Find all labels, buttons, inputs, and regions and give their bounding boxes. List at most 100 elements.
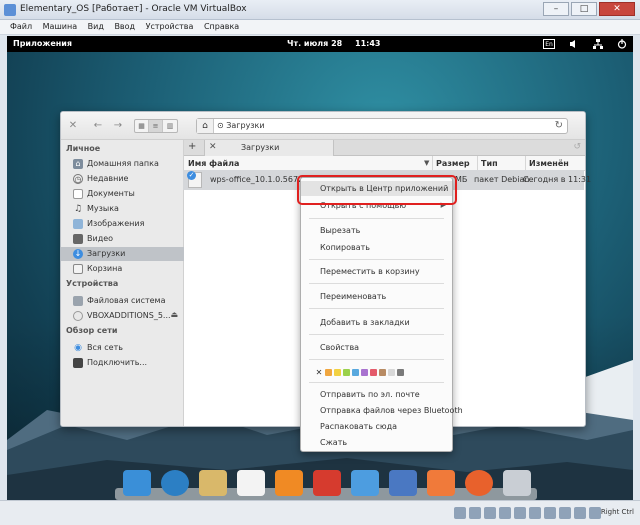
menu-item-properties[interactable]: Свойства xyxy=(301,340,452,355)
context-menu: Открыть в Центр приложений Открыть с пом… xyxy=(300,177,463,452)
color-tag-orange[interactable] xyxy=(325,368,332,376)
menu-view[interactable]: Вид xyxy=(84,20,108,33)
home-icon[interactable]: ⌂ xyxy=(197,119,214,133)
menu-item-rename[interactable]: Переименовать xyxy=(301,289,452,304)
web-browser-icon[interactable] xyxy=(161,470,189,496)
menu-devices[interactable]: Устройства xyxy=(142,20,198,33)
files-icon[interactable] xyxy=(503,470,531,496)
sidebar-item-videos[interactable]: Видео xyxy=(61,232,184,246)
settings-switchboard-icon[interactable] xyxy=(389,470,417,496)
list-view-icon[interactable]: ≡ xyxy=(149,120,163,132)
menu-item-send-bluetooth[interactable]: Отправка файлов через Bluetooth xyxy=(301,403,463,418)
forward-icon[interactable]: → xyxy=(111,119,125,133)
new-tab-button[interactable]: + xyxy=(188,141,196,152)
color-tag-light-gray[interactable] xyxy=(388,368,395,376)
sidebar-item-connect-server[interactable]: Подключить... xyxy=(61,356,184,370)
shared-folders-icon[interactable] xyxy=(529,507,541,519)
keyboard-capture-icon[interactable] xyxy=(589,507,601,519)
applications-menu[interactable]: Приложения xyxy=(13,39,72,48)
menu-file[interactable]: Файл xyxy=(6,20,36,33)
sidebar-item-vboxadditions[interactable]: VBOXADDITIONS_5... ⏏ xyxy=(61,309,184,323)
hard-disk-icon[interactable] xyxy=(454,507,466,519)
network-adapter-icon[interactable] xyxy=(499,507,511,519)
maximize-button[interactable]: □ xyxy=(571,2,597,16)
menu-item-send-email[interactable]: Отправить по эл. почте xyxy=(301,387,452,402)
menu-item-move-to-trash[interactable]: Переместить в корзину xyxy=(301,264,452,279)
color-tag-yellow[interactable] xyxy=(334,368,341,376)
column-header-size[interactable]: Размер xyxy=(436,159,470,168)
sidebar-item-network[interactable]: ◉ Вся сеть xyxy=(61,341,184,355)
menu-item-cut[interactable]: Вырезать xyxy=(301,223,452,238)
column-header-name[interactable]: Имя файла xyxy=(188,159,239,168)
usb-icon[interactable] xyxy=(514,507,526,519)
home-icon: ⌂ xyxy=(73,159,83,169)
color-tag-brown[interactable] xyxy=(379,368,386,376)
window-close-icon[interactable]: ✕ xyxy=(67,119,79,133)
drive-icon xyxy=(73,296,83,306)
menu-item-label: Добавить в закладки xyxy=(320,318,410,327)
sidebar-item-filesystem[interactable]: Файловая система xyxy=(61,294,184,308)
menu-input[interactable]: Ввод xyxy=(110,20,139,33)
video-player-icon[interactable] xyxy=(313,470,341,496)
calendar-icon[interactable] xyxy=(237,470,265,496)
keyboard-layout-indicator[interactable]: En xyxy=(543,39,555,49)
clear-tag-icon[interactable]: ✕ xyxy=(315,368,323,377)
recording-icon[interactable] xyxy=(559,507,571,519)
menu-item-copy[interactable]: Копировать xyxy=(301,240,452,255)
mouse-integration-icon[interactable] xyxy=(574,507,586,519)
sidebar-item-trash[interactable]: Корзина xyxy=(61,262,184,276)
image-icon xyxy=(73,219,83,229)
restore-tab-icon[interactable]: ↺ xyxy=(573,142,581,152)
sidebar-item-label: Музыка xyxy=(87,204,119,213)
menu-item-extract-here[interactable]: Распаковать сюда xyxy=(301,419,452,434)
multitasking-view-icon[interactable] xyxy=(123,470,151,496)
column-view-icon[interactable]: ▥ xyxy=(163,120,177,132)
audio-icon[interactable] xyxy=(484,507,496,519)
reload-icon[interactable]: ↻ xyxy=(555,120,563,131)
display-icon[interactable] xyxy=(544,507,556,519)
photos-icon[interactable] xyxy=(351,470,379,496)
color-tag-blue[interactable] xyxy=(352,368,359,376)
datetime-indicator[interactable]: Чт. июля 28 11:43 xyxy=(287,39,391,48)
music-player-icon[interactable] xyxy=(275,470,303,496)
eject-icon[interactable]: ⏏ xyxy=(170,310,178,319)
mail-icon[interactable] xyxy=(199,470,227,496)
breadcrumb[interactable]: ⊙ Загрузки xyxy=(217,121,265,130)
color-tag-purple[interactable] xyxy=(361,368,368,376)
tab-downloads[interactable]: ✕ Загрузки xyxy=(204,140,334,156)
grid-view-icon[interactable]: ▦ xyxy=(135,120,149,132)
tab-close-icon[interactable]: ✕ xyxy=(209,142,217,152)
power-icon[interactable] xyxy=(617,39,627,49)
virtualbox-app-icon xyxy=(4,4,16,16)
selection-check-icon[interactable]: ✓ xyxy=(187,171,196,180)
menu-item-add-bookmark[interactable]: Добавить в закладки xyxy=(301,315,452,330)
sidebar-item-label: Недавние xyxy=(87,174,129,183)
color-tag-dark-gray[interactable] xyxy=(397,368,404,376)
app-center-icon[interactable] xyxy=(427,470,455,496)
sidebar-item-pictures[interactable]: Изображения xyxy=(61,217,184,231)
color-tag-red[interactable] xyxy=(370,368,377,376)
minimize-button[interactable]: – xyxy=(543,2,569,16)
network-icon[interactable] xyxy=(593,39,603,49)
menu-machine[interactable]: Машина xyxy=(39,20,81,33)
volume-icon[interactable] xyxy=(569,39,579,49)
sidebar-item-recent[interactable]: ◷ Недавние xyxy=(61,172,184,186)
menu-item-compress[interactable]: Сжать xyxy=(301,435,452,450)
window-title: Elementary_OS [Работает] - Oracle VM Vir… xyxy=(20,4,247,14)
sidebar-item-downloads[interactable]: ↓ Загрузки xyxy=(61,247,184,261)
breadcrumb-downloads: Загрузки xyxy=(226,121,265,130)
sidebar-item-music[interactable]: ♫ Музыка xyxy=(61,202,184,216)
menu-help[interactable]: Справка xyxy=(200,20,243,33)
color-tag-green[interactable] xyxy=(343,368,350,376)
back-icon[interactable]: ← xyxy=(91,119,105,133)
sidebar-item-home[interactable]: ⌂ Домашняя папка xyxy=(61,157,184,171)
menu-item-label: Отправить по эл. почте xyxy=(320,390,420,399)
location-bar[interactable]: ⌂ ⊙ Загрузки ↻ xyxy=(196,118,568,134)
firefox-icon[interactable] xyxy=(465,470,493,496)
optical-drive-icon[interactable] xyxy=(469,507,481,519)
column-header-modified[interactable]: Изменён xyxy=(529,159,569,168)
column-header-type[interactable]: Тип xyxy=(481,159,498,168)
vbox-statusbar: Right Ctrl xyxy=(0,500,640,525)
close-button[interactable]: ✕ xyxy=(599,2,635,16)
sidebar-item-documents[interactable]: Документы xyxy=(61,187,184,201)
